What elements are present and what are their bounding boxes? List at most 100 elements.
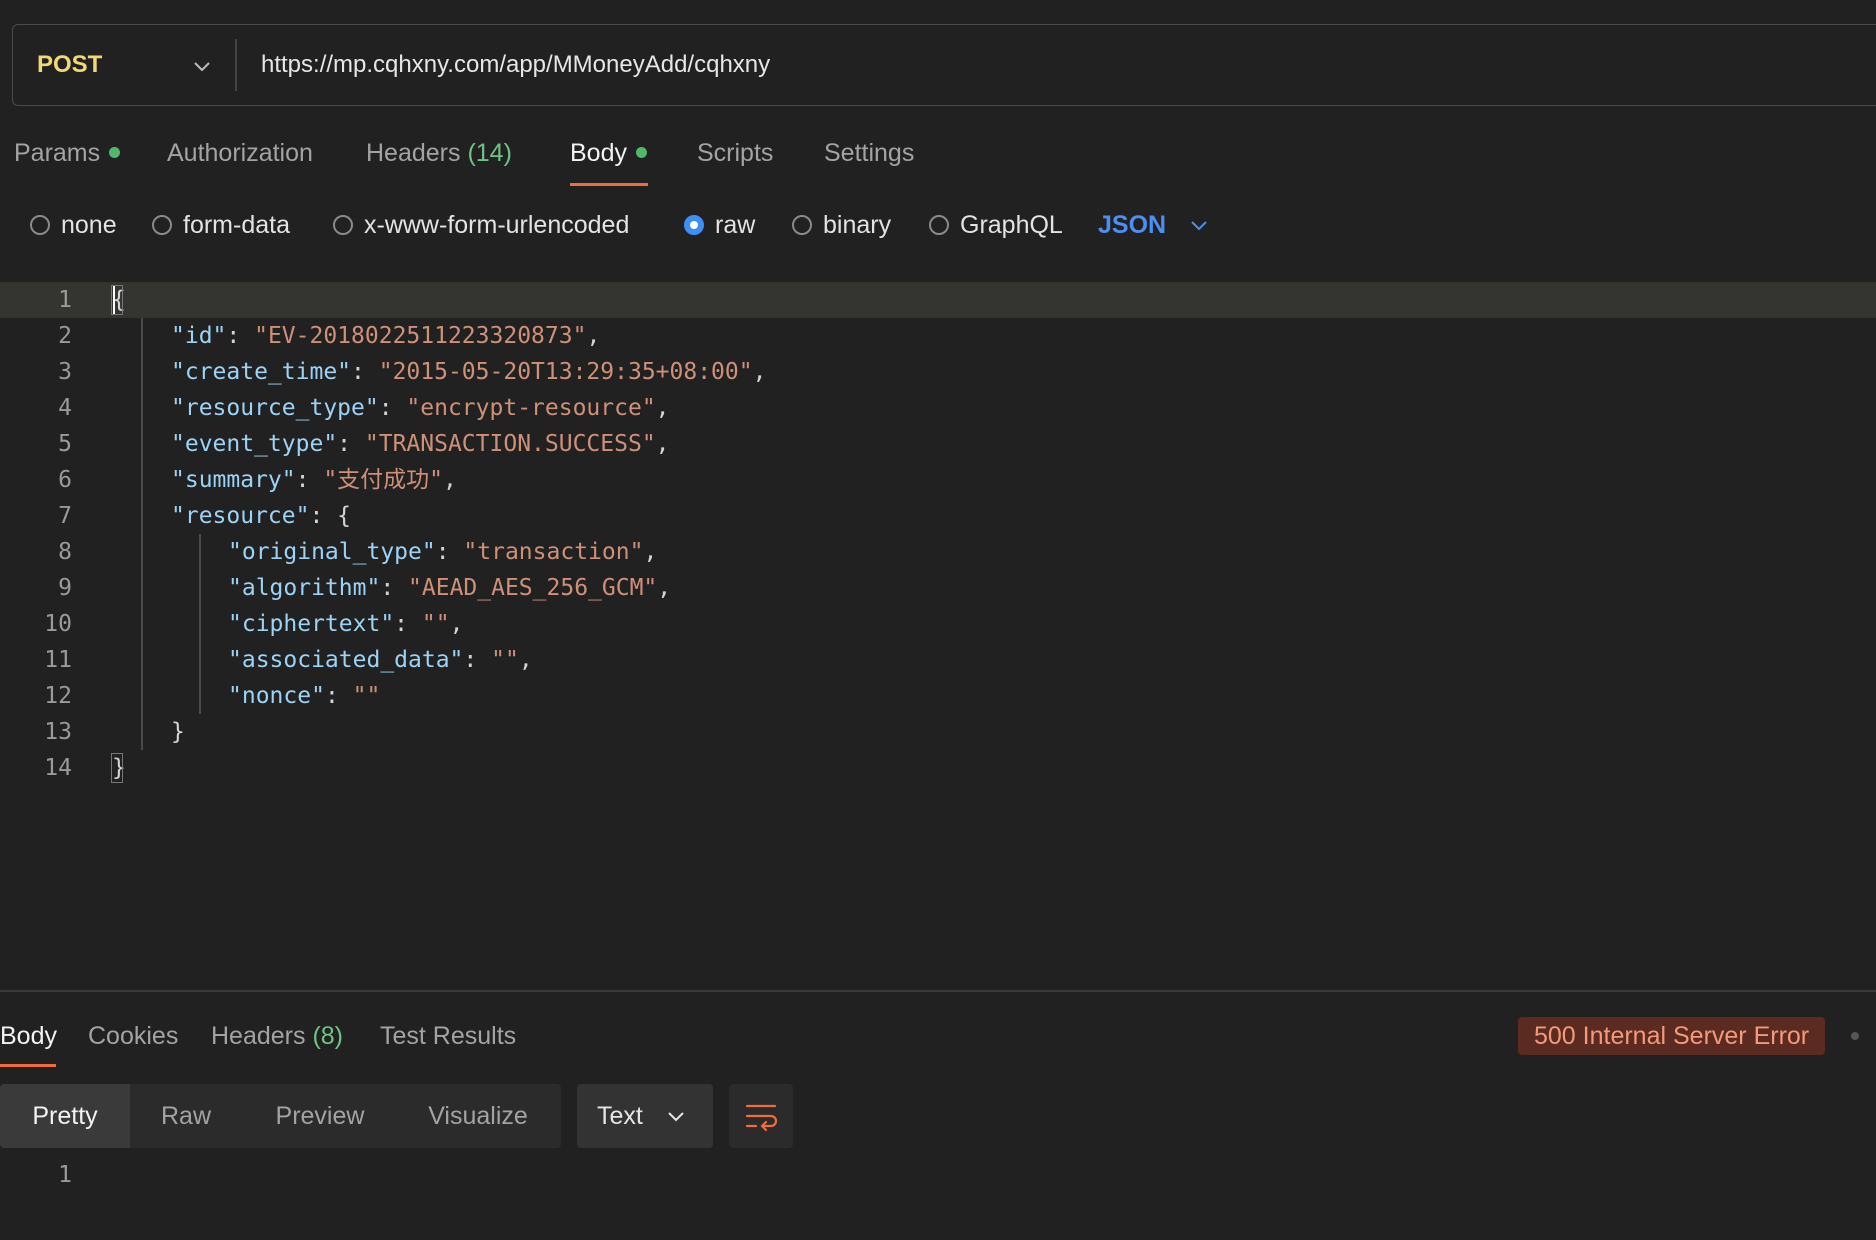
code-line: 6 "summary": "支付成功", <box>0 462 1876 498</box>
language-select[interactable]: JSON <box>1098 205 1166 245</box>
json-key: "resource" <box>171 503 310 529</box>
chevron-down-icon[interactable] <box>191 55 213 77</box>
json-string: "支付成功" <box>323 467 444 493</box>
status-badge[interactable]: 500 Internal Server Error <box>1518 1017 1826 1055</box>
code-line: 9 "algorithm": "AEAD_AES_256_GCM", <box>0 570 1876 606</box>
response-tab-cookies[interactable]: Cookies <box>88 1016 178 1056</box>
response-format-label: Text <box>597 1102 643 1130</box>
radio-raw-label: raw <box>715 210 756 239</box>
radio-graphql[interactable]: GraphQL <box>929 205 1063 245</box>
response-headers-count: (8) <box>312 1022 344 1050</box>
code-text: "id": "EV-2018022511223320873", <box>171 323 601 349</box>
json-string: "transaction" <box>463 539 644 565</box>
radio-graphql-label: GraphQL <box>960 210 1063 239</box>
code-text: "nonce": "" <box>228 683 381 709</box>
json-key: "nonce" <box>228 683 325 709</box>
code-line: 4 "resource_type": "encrypt-resource", <box>0 390 1876 426</box>
response-tab-body[interactable]: Body <box>0 1016 57 1056</box>
response-tab-headers[interactable]: Headers (8) <box>211 1016 343 1056</box>
radio-circle-selected <box>684 215 704 235</box>
tab-params-label: Params <box>14 139 101 167</box>
json-string: "" <box>491 647 519 673</box>
radio-circle <box>152 215 172 235</box>
code-text: "original_type": "transaction", <box>228 539 658 565</box>
wrap-lines-icon <box>745 1104 778 1132</box>
tab-settings[interactable]: Settings <box>824 130 914 188</box>
line-number: 2 <box>58 323 72 349</box>
chevron-down-icon <box>668 1112 684 1122</box>
radio-urlencoded[interactable]: x-www-form-urlencoded <box>333 205 629 245</box>
url-input[interactable]: https://mp.cqhxny.com/app/MMoneyAdd/cqhx… <box>261 25 770 104</box>
code-line: 3 "create_time": "2015-05-20T13:29:35+08:… <box>0 354 1876 390</box>
code-text: "resource": { <box>171 503 352 529</box>
code-text: "ciphertext": "", <box>228 611 464 637</box>
json-string: "" <box>421 611 450 637</box>
panel-divider[interactable] <box>0 990 1876 992</box>
tab-body-label: Body <box>570 139 627 167</box>
line-number: 14 <box>44 755 72 781</box>
view-mode-visualize[interactable]: Visualize <box>412 1084 544 1148</box>
radio-form-data[interactable]: form-data <box>152 205 290 245</box>
tab-authorization[interactable]: Authorization <box>167 130 313 188</box>
json-key: "algorithm" <box>228 575 381 601</box>
wrap-lines-button[interactable] <box>729 1084 793 1148</box>
line-number: 3 <box>58 359 72 385</box>
tab-scripts[interactable]: Scripts <box>697 130 773 188</box>
tab-headers[interactable]: Headers (14) <box>366 130 512 188</box>
radio-none-label: none <box>61 210 117 239</box>
json-key: "ciphertext" <box>228 611 395 637</box>
line-number: 8 <box>58 539 72 565</box>
code-line: 12 "nonce": "" <box>0 678 1876 714</box>
code-text: "summary": "支付成功", <box>171 467 457 493</box>
response-tab-headers-label: Headers <box>211 1022 306 1050</box>
code-line: 11 "associated_data": "", <box>0 642 1876 678</box>
request-body-editor[interactable]: 1{ 2 "id": "EV-2018022511223320873", 3 "cr… <box>0 282 1876 783</box>
view-mode-pretty[interactable]: Pretty <box>0 1084 130 1148</box>
line-number: 1 <box>58 287 72 313</box>
bracket-match-highlight <box>111 753 123 783</box>
line-number: 11 <box>44 647 72 673</box>
json-key: "resource_type" <box>171 395 379 421</box>
response-tab-test-results[interactable]: Test Results <box>380 1016 516 1056</box>
line-number: 9 <box>58 575 72 601</box>
method-select[interactable]: POST <box>37 25 102 104</box>
response-format-select[interactable]: Text <box>577 1084 713 1148</box>
json-string: "" <box>352 683 381 709</box>
radio-binary[interactable]: binary <box>792 205 891 245</box>
json-key: "id" <box>171 323 227 349</box>
view-mode-preview[interactable]: Preview <box>255 1084 385 1148</box>
json-key: "event_type" <box>171 431 338 457</box>
line-number: 6 <box>58 467 72 493</box>
radio-circle <box>30 215 50 235</box>
code-text: } <box>171 719 185 745</box>
radio-form-data-label: form-data <box>183 210 290 239</box>
radio-circle <box>792 215 812 235</box>
code-text: "event_type": "TRANSACTION.SUCCESS", <box>171 431 670 457</box>
chevron-down-icon[interactable] <box>1188 214 1210 236</box>
radio-circle <box>929 215 949 235</box>
view-mode-raw[interactable]: Raw <box>130 1084 242 1148</box>
tab-body[interactable]: Body <box>570 130 647 188</box>
radio-binary-label: binary <box>823 210 892 239</box>
view-mode-segmented-control: Pretty Raw Preview Visualize <box>0 1084 561 1148</box>
active-tab-indicator <box>570 183 648 186</box>
active-response-tab-indicator <box>0 1064 56 1067</box>
json-string: "TRANSACTION.SUCCESS" <box>364 431 656 457</box>
code-text: "algorithm": "AEAD_AES_256_GCM", <box>228 575 672 601</box>
headers-count: (14) <box>467 139 512 167</box>
line-number: 5 <box>58 431 72 457</box>
line-number: 10 <box>44 611 72 637</box>
tab-params[interactable]: Params <box>14 130 121 188</box>
url-bar: POST https://mp.cqhxny.com/app/MMoneyAdd… <box>12 24 1876 106</box>
code-text: "associated_data": "", <box>228 647 533 673</box>
radio-raw[interactable]: raw <box>684 205 755 245</box>
line-number: 7 <box>58 503 72 529</box>
radio-none[interactable]: none <box>30 205 117 245</box>
code-line: 13} <box>0 714 1876 750</box>
code-line: 10 "ciphertext": "", <box>0 606 1876 642</box>
code-line: 7 "resource": { <box>0 498 1876 534</box>
more-indicator <box>1851 1032 1859 1040</box>
code-text: "resource_type": "encrypt-resource", <box>171 395 670 421</box>
code-line: 1{ <box>0 282 1876 318</box>
code-line: 8 "original_type": "transaction", <box>0 534 1876 570</box>
